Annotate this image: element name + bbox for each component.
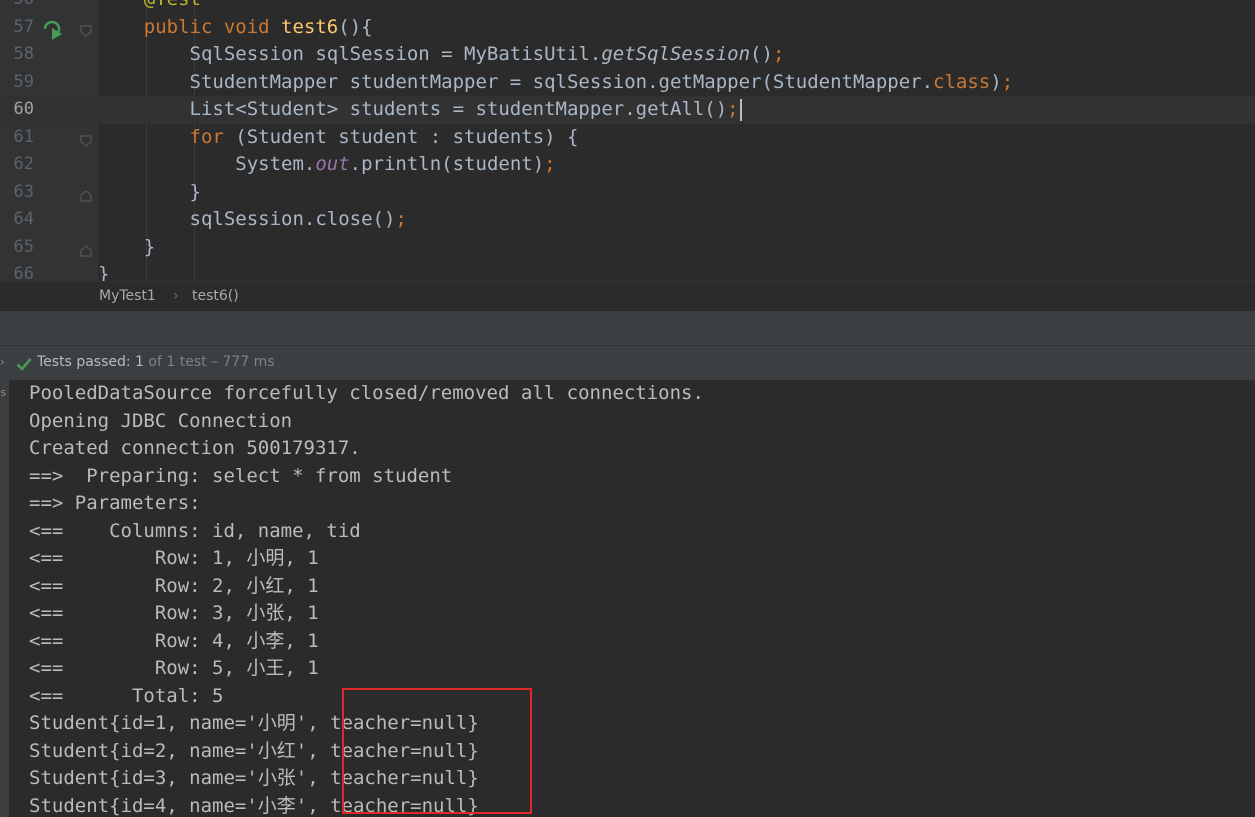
code-text[interactable]: @Test [98,0,201,14]
code-line[interactable]: 57 public void test6(){ [0,14,1255,42]
console-line: Opening JDBC Connection [29,409,293,432]
line-number: 65 [13,236,34,257]
code-text[interactable]: } [98,234,155,262]
breadcrumb-method[interactable]: test6() [192,288,239,304]
code-line[interactable]: 60 List<Student> students = studentMappe… [0,96,1255,124]
line-number: 63 [13,181,34,202]
line-number: 66 [13,264,34,281]
line-number: 64 [13,209,34,229]
line-number: 59 [13,71,34,92]
line-number: 62 [13,154,34,174]
line-number: 57 [13,16,34,37]
code-text[interactable]: sqlSession.close(); [98,206,407,234]
code-line[interactable]: 59 StudentMapper studentMapper = sqlSess… [0,69,1255,97]
console-line: <== Row: 3, 小张, 1 [29,602,319,624]
code-text[interactable]: } [98,261,109,281]
breadcrumb-separator: › [173,288,179,304]
check-icon [16,358,32,371]
console-line: ==> Preparing: select * from student [29,464,453,487]
run-test-icon[interactable] [42,18,66,40]
code-line[interactable]: 58 SqlSession sqlSession = MyBatisUtil.g… [0,41,1255,69]
tests-passed-count: 1 [135,354,144,370]
text-caret [739,98,742,121]
code-line[interactable]: 61 for (Student student : students) { [0,124,1255,152]
console-line: <== Row: 4, 小李, 1 [29,629,319,652]
fold-end-marker-icon[interactable] [80,190,92,202]
panel-divider[interactable] [0,311,1255,345]
test-summary: of 1 test – 777 ms [143,354,275,370]
expand-arrow-icon[interactable]: › [0,355,5,369]
line-number: 58 [13,44,34,64]
line-number: 56 [0,0,34,14]
fold-end-marker-icon[interactable] [80,245,92,257]
test-status-bar: › Tests passed: 1 of 1 test – 777 ms [0,345,1255,381]
code-line[interactable]: 65 } [0,234,1255,262]
breadcrumb-class[interactable]: MyTest1 [99,288,156,304]
code-line[interactable]: 66} [0,261,1255,281]
code-line[interactable]: 62 System.out.println(student); [0,151,1255,179]
console-line: ==> Parameters: [29,492,213,514]
test-status-label: Tests passed: [37,354,136,370]
line-number: 61 [13,126,34,147]
fold-marker-icon[interactable] [80,135,92,147]
console-line: PooledDataSource forcefully closed/remov… [29,382,704,404]
console-line: <== Row: 1, 小明, 1 [29,547,319,569]
code-text[interactable]: for (Student student : students) { [98,124,579,152]
code-text[interactable]: SqlSession sqlSession = MyBatisUtil.getS… [98,41,785,69]
console-line: <== Row: 5, 小王, 1 [29,657,319,679]
code-line[interactable]: 64 sqlSession.close(); [0,206,1255,234]
fold-marker-icon[interactable] [80,25,92,37]
annotation-highlight-box [342,688,532,814]
toolbar-glyph: s [0,386,7,399]
code-line[interactable]: 63 } [0,179,1255,207]
line-number: 60 [13,99,34,119]
breadcrumb: MyTest1 › test6() [0,281,1255,312]
code-editor[interactable]: 56 @Test57 public void test6(){58 SqlSes… [0,0,1255,281]
console-line: <== Row: 2, 小红, 1 [29,574,319,597]
console-line: <== Columns: id, name, tid [29,519,361,542]
console-output[interactable]: s PooledDataSource forcefully closed/rem… [0,380,1255,817]
code-text[interactable]: public void test6(){ [98,14,373,42]
code-text[interactable]: System.out.println(student); [98,151,555,179]
code-text[interactable]: StudentMapper studentMapper = sqlSession… [98,69,1014,97]
code-text[interactable]: List<Student> students = studentMapper.g… [98,96,742,124]
code-text[interactable]: } [98,179,201,207]
console-line: Created connection 500179317. [29,437,361,459]
code-line[interactable]: 56 @Test [0,0,1255,14]
console-toolbar: s [0,380,9,817]
